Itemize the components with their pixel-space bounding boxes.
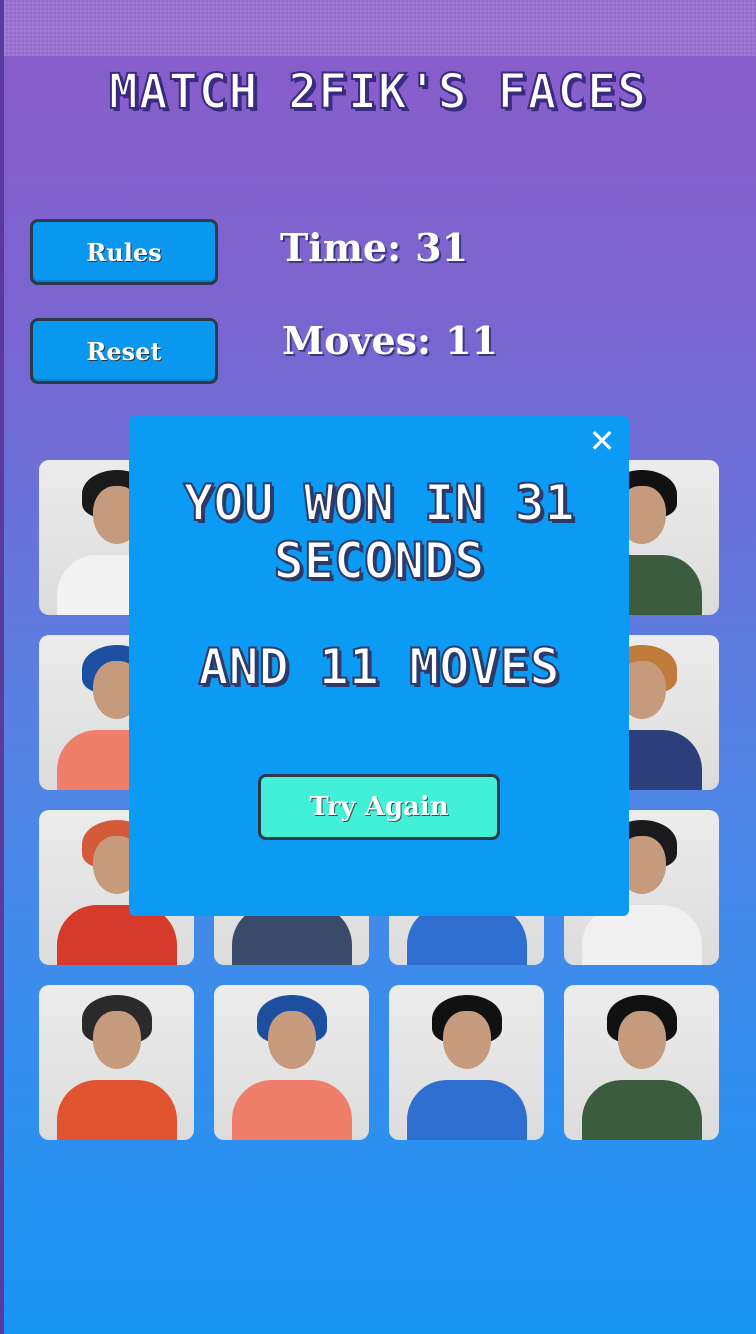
status-bar (4, 0, 756, 56)
try-again-button[interactable]: Try Again (258, 774, 500, 840)
reset-button[interactable]: Reset (30, 318, 218, 384)
win-message-moves: and 11 moves (197, 637, 560, 697)
memory-card[interactable] (214, 985, 369, 1140)
memory-card[interactable] (564, 985, 719, 1140)
memory-card[interactable] (39, 985, 194, 1140)
card-photo-body (231, 1080, 352, 1140)
time-display: Time: 31 (280, 225, 468, 270)
moves-value: 11 (445, 318, 498, 363)
time-value: 31 (415, 225, 469, 270)
card-photo-face (92, 1011, 141, 1069)
moves-display: Moves: 11 (282, 318, 498, 363)
card-photo-face (617, 1011, 666, 1069)
card-photo-face (267, 1011, 316, 1069)
page-title: Match 2Fik's faces (108, 63, 648, 121)
win-message-time: You won in 31 seconds (182, 473, 575, 591)
moves-label: Moves: (282, 318, 432, 363)
card-photo-body (56, 1080, 177, 1140)
card-photo-body (406, 1080, 527, 1140)
memory-card[interactable] (389, 985, 544, 1140)
rules-button[interactable]: Rules (30, 219, 218, 285)
card-photo-body (581, 1080, 702, 1140)
win-dialog: ✕ You won in 31 seconds and 11 moves Try… (129, 416, 629, 916)
close-icon[interactable]: ✕ (587, 425, 617, 457)
time-label: Time: (280, 225, 402, 270)
left-edge (0, 0, 4, 1334)
card-photo-face (442, 1011, 491, 1069)
